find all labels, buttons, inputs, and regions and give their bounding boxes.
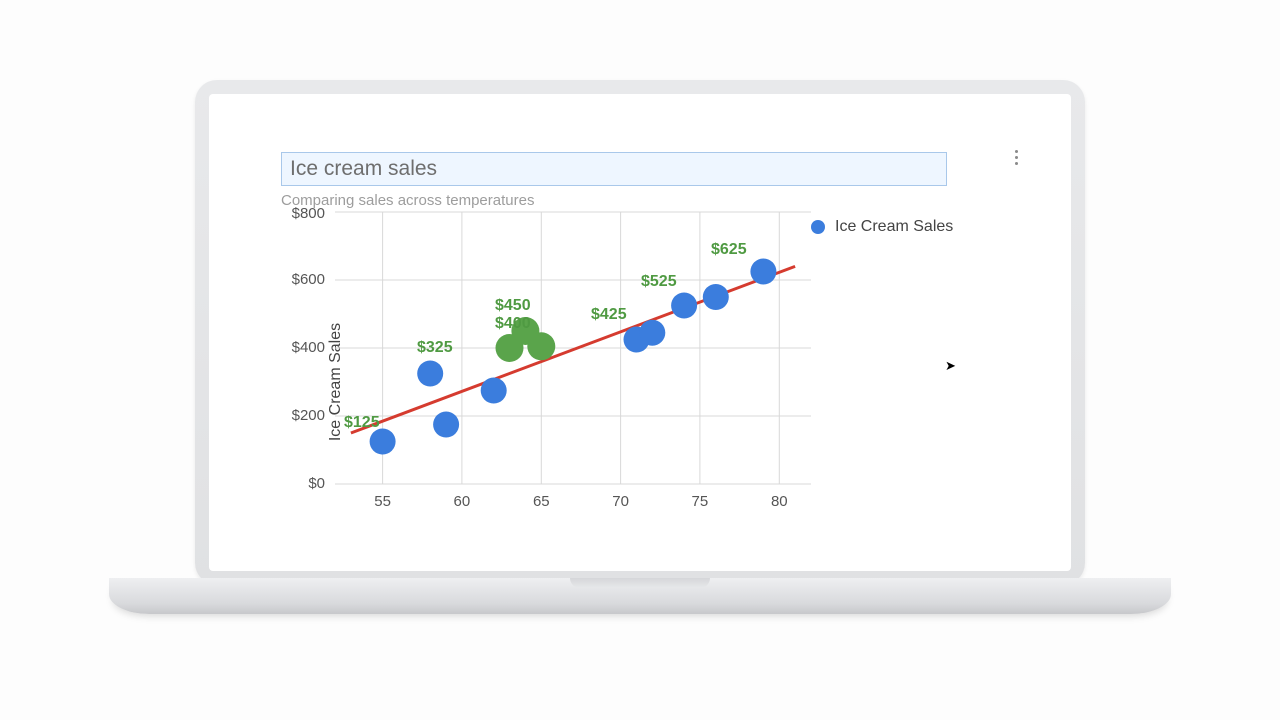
chart-subtitle: Comparing sales across temperatures <box>281 192 1011 209</box>
x-ticks: 55 60 65 70 75 80 <box>374 493 787 510</box>
svg-text:$400: $400 <box>292 339 325 356</box>
svg-text:80: 80 <box>771 493 788 510</box>
point[interactable] <box>671 293 697 319</box>
svg-text:60: 60 <box>454 493 471 510</box>
svg-text:$800: $800 <box>292 205 325 222</box>
svg-text:55: 55 <box>374 493 391 510</box>
stage: Comparing sales across temperatures Ice … <box>0 0 1280 720</box>
svg-text:75: 75 <box>692 493 709 510</box>
chart-title-input[interactable] <box>281 152 947 186</box>
svg-text:$600: $600 <box>292 271 325 288</box>
point[interactable] <box>639 320 665 346</box>
svg-text:70: 70 <box>612 493 629 510</box>
y-ticks: $0 $200 $400 $600 $800 <box>292 205 325 492</box>
chart-header: Comparing sales across temperatures <box>281 152 1011 209</box>
point[interactable] <box>433 412 459 438</box>
data-points <box>370 259 777 455</box>
svg-text:$200: $200 <box>292 407 325 424</box>
svg-text:$450: $450 <box>495 297 531 314</box>
point[interactable] <box>750 259 776 285</box>
svg-text:$425: $425 <box>591 306 627 323</box>
svg-text:$525: $525 <box>641 273 677 290</box>
svg-text:$0: $0 <box>308 475 325 492</box>
point[interactable] <box>527 332 555 360</box>
laptop-frame: Comparing sales across temperatures Ice … <box>195 80 1085 630</box>
legend: Ice Cream Sales <box>811 218 953 236</box>
point[interactable] <box>417 361 443 387</box>
screen: Comparing sales across temperatures Ice … <box>209 94 1071 571</box>
svg-text:$325: $325 <box>417 339 453 356</box>
legend-label: Ice Cream Sales <box>835 218 953 236</box>
laptop-base <box>109 578 1171 614</box>
svg-text:$125: $125 <box>344 414 380 431</box>
point[interactable] <box>481 378 507 404</box>
legend-marker-icon <box>811 220 825 234</box>
laptop-notch <box>570 578 710 588</box>
point[interactable] <box>370 429 396 455</box>
chart-area: Ice Cream Sales Temperature (Fahrenheit)… <box>281 212 1041 552</box>
screen-bezel: Comparing sales across temperatures Ice … <box>195 80 1085 585</box>
svg-text:65: 65 <box>533 493 550 510</box>
svg-text:$625: $625 <box>711 241 747 258</box>
svg-text:$400: $400 <box>495 315 531 332</box>
point[interactable] <box>703 284 729 310</box>
chart-svg: $0 $200 $400 $600 $800 55 60 65 70 75 <box>335 212 811 502</box>
